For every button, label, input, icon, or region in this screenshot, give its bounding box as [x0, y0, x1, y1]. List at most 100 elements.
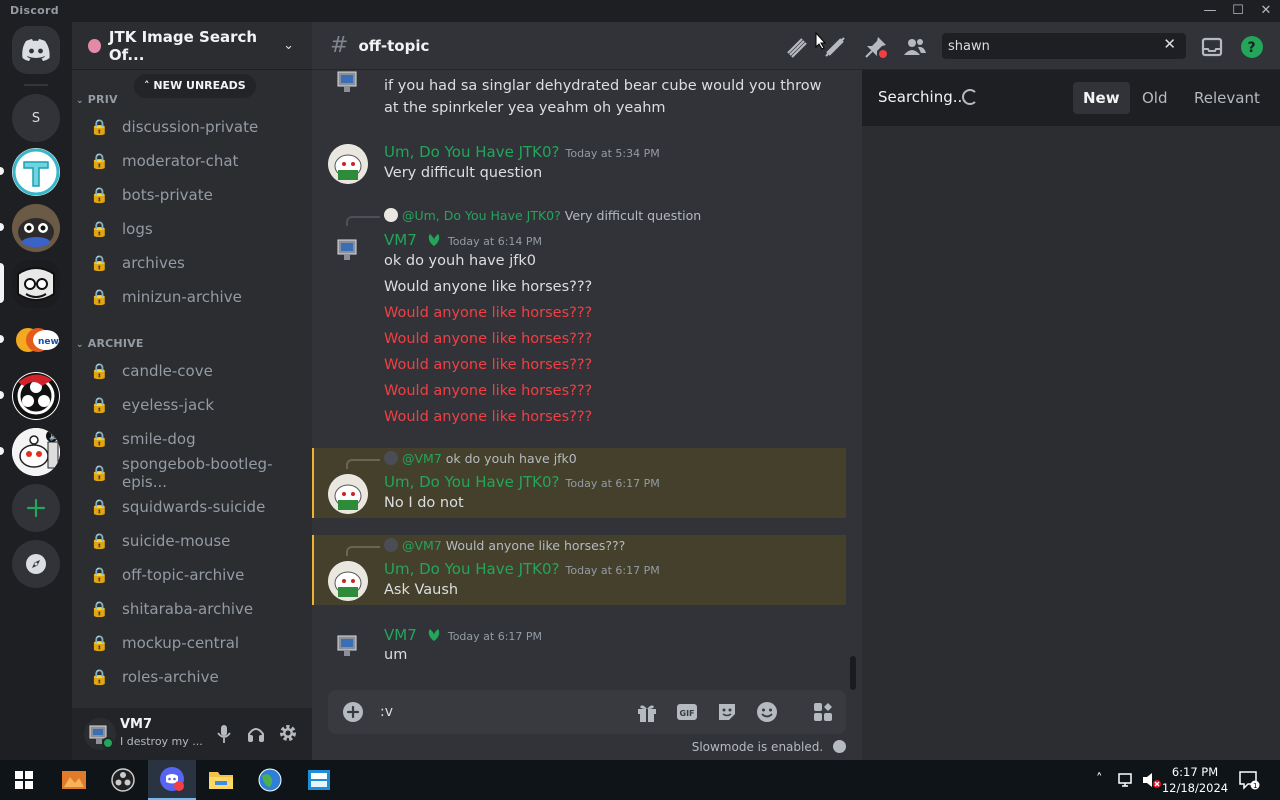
server-obs-icon[interactable]	[12, 372, 60, 420]
obs-taskbar-icon[interactable]	[99, 760, 147, 800]
gift-icon[interactable]	[636, 701, 658, 723]
channel-item[interactable]: 🔒 shitaraba-archive	[80, 593, 304, 625]
username: VM7	[120, 717, 153, 732]
channel-item[interactable]: 🔒 smile-dog	[80, 423, 304, 455]
search-status: Searching...	[878, 88, 968, 106]
server-jtk-icon[interactable]	[12, 260, 60, 308]
server-s[interactable]: S	[12, 94, 60, 142]
emoji-icon[interactable]	[756, 701, 778, 723]
sort-relevant-tab[interactable]: Relevant	[1184, 82, 1270, 114]
sort-old-tab[interactable]: Old	[1132, 82, 1178, 114]
failed-message-text: Would anyone like horses???	[384, 409, 593, 425]
category-archive[interactable]: ⌄ ARCHIVE	[76, 337, 144, 350]
server-newgrounds-icon[interactable]: newo	[12, 316, 60, 364]
discord-home-icon[interactable]	[12, 26, 60, 74]
gif-icon[interactable]: GIF	[676, 702, 698, 722]
author-name[interactable]: Um, Do You Have JTK0?	[384, 143, 560, 161]
avatar[interactable]	[328, 561, 368, 601]
avatar[interactable]	[328, 474, 368, 514]
author-name[interactable]: Um, Do You Have JTK0?	[384, 473, 560, 491]
close-window-icon[interactable]: ✕	[1250, 0, 1280, 22]
channel-item[interactable]: 🔒 archives	[80, 247, 304, 279]
explore-icon[interactable]	[12, 540, 60, 588]
reply-preview[interactable]: @Um, Do You Have JTK0? Very difficult qu…	[384, 208, 701, 223]
author-name[interactable]: Um, Do You Have JTK0?	[384, 560, 560, 578]
channel-item[interactable]: 🔒 moderator-chat	[80, 145, 304, 177]
member-list-icon[interactable]	[901, 33, 929, 61]
gear-icon[interactable]	[278, 723, 298, 743]
help-icon[interactable]: ?	[1238, 33, 1266, 61]
file-explorer-icon[interactable]	[197, 760, 245, 800]
taskbar-app-icon[interactable]	[295, 760, 343, 800]
taskbar-clock[interactable]: 6:17 PM 12/18/2024	[1160, 764, 1230, 796]
server-reddit-icon[interactable]: 🔊	[12, 428, 60, 476]
channel-item[interactable]: 🔒 candle-cove	[80, 355, 304, 387]
search-input[interactable]	[948, 36, 1148, 56]
discord-taskbar-icon[interactable]	[148, 760, 196, 800]
network-icon[interactable]	[1117, 771, 1135, 789]
sort-new-tab[interactable]: New	[1073, 82, 1130, 114]
threads-icon[interactable]	[782, 33, 810, 61]
svg-text:newo: newo	[38, 337, 60, 347]
start-button[interactable]	[0, 760, 48, 800]
taskbar-app-icon[interactable]	[50, 760, 98, 800]
failed-message-text: Would anyone like horses???	[384, 331, 593, 347]
message-input[interactable]	[380, 701, 620, 723]
add-server-icon[interactable]	[12, 484, 60, 532]
channel-label: discussion-private	[122, 118, 259, 136]
server-seal-icon[interactable]	[12, 204, 60, 252]
channel-item[interactable]: 🔒 mockup-central	[80, 627, 304, 659]
add-attachment-icon[interactable]	[342, 701, 364, 723]
channel-item[interactable]: 🔒 minizun-archive	[80, 281, 304, 313]
server-t-icon[interactable]	[12, 148, 60, 196]
channel-item[interactable]: 🔒 discussion-private	[80, 111, 304, 143]
pinned-messages-icon[interactable]	[862, 33, 890, 61]
message-text: No I do not	[384, 495, 464, 511]
lock-icon: 🔒	[90, 600, 109, 618]
reply-preview[interactable]: @VM7 Would anyone like horses???	[384, 538, 625, 553]
category-priv[interactable]: ⌄ PRIV	[76, 93, 118, 106]
channel-sidebar: JTK Image Search Of... ⌄ ˄ NEW UNREADS ⌄…	[72, 22, 312, 760]
channel-item[interactable]: 🔒 logs	[80, 213, 304, 245]
avatar[interactable]	[328, 70, 368, 102]
headphones-icon[interactable]	[247, 724, 265, 744]
sticker-icon[interactable]	[716, 701, 738, 723]
notification-center-icon[interactable]: 1	[1238, 770, 1260, 790]
channel-label: shitaraba-archive	[122, 600, 254, 618]
avatar[interactable]	[328, 230, 368, 270]
message-text: Ask Vaush	[384, 582, 459, 598]
avatar[interactable]	[328, 626, 368, 666]
reply-preview[interactable]: @VM7 ok do youh have jfk0	[384, 451, 577, 466]
volume-muted-icon[interactable]	[1141, 771, 1161, 789]
avatar[interactable]	[84, 718, 116, 750]
tray-chevron-up-icon[interactable]: ˄	[1096, 772, 1103, 787]
inbox-icon[interactable]	[1198, 33, 1226, 61]
new-unreads-button[interactable]: ˄ NEW UNREADS	[134, 74, 256, 98]
channel-item[interactable]: 🔒 spongebob-bootleg-epis...	[80, 455, 304, 491]
author-name[interactable]: VM7	[384, 626, 417, 644]
channel-item[interactable]: 🔒 bots-private	[80, 179, 304, 211]
channel-label: bots-private	[122, 186, 213, 204]
guild-header[interactable]: JTK Image Search Of... ⌄	[72, 22, 312, 70]
clear-search-icon[interactable]: ✕	[1163, 35, 1176, 53]
author-name[interactable]: VM7	[384, 231, 417, 249]
channel-item[interactable]: 🔒 off-topic-archive	[80, 559, 304, 591]
channel-item[interactable]: 🔒 suicide-mouse	[80, 525, 304, 557]
browser-taskbar-icon[interactable]	[246, 760, 294, 800]
chevron-up-icon: ˄	[144, 79, 154, 92]
slowmode-text: Slowmode is enabled.	[691, 740, 824, 754]
message-text: ok do youh have jfk0	[384, 253, 536, 269]
apps-icon[interactable]	[812, 701, 834, 723]
channel-label: off-topic-archive	[122, 566, 245, 584]
channel-item[interactable]: 🔒 squidwards-suicide	[80, 491, 304, 523]
avatar[interactable]	[328, 144, 368, 184]
svg-text:GIF: GIF	[680, 709, 695, 718]
channel-item[interactable]: 🔒 roles-archive	[80, 661, 304, 693]
channel-item[interactable]: 🔒 eyeless-jack	[80, 389, 304, 421]
microphone-icon[interactable]	[216, 724, 232, 744]
scrollbar-thumb[interactable]	[850, 656, 856, 690]
chevron-down-icon: ⌄	[76, 96, 84, 106]
message-text: if you had sa singlar dehydrated bear cu…	[384, 78, 822, 94]
slowmode-notice: Slowmode is enabled.	[692, 740, 846, 754]
leaf-badge-icon	[426, 232, 442, 248]
